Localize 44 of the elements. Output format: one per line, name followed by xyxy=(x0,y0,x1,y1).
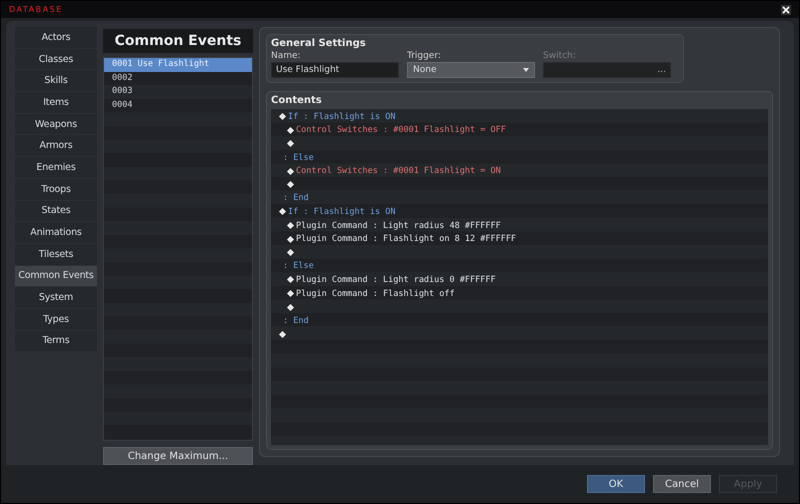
sidebar-tab[interactable]: Armors xyxy=(15,135,97,156)
command-line[interactable]: : End xyxy=(271,192,768,206)
close-icon[interactable] xyxy=(781,4,791,14)
command-line[interactable]: Control Switches : #0001 Flashlight = OFF xyxy=(271,124,768,138)
sidebar-tab[interactable]: States xyxy=(15,200,97,222)
group-title: General Settings xyxy=(271,38,367,49)
window-title: DATABASE xyxy=(9,5,63,14)
command-line[interactable]: : End xyxy=(271,314,768,328)
command-line[interactable]: : Else xyxy=(271,260,768,274)
sidebar-tab[interactable]: Weapons xyxy=(15,114,97,134)
event-item[interactable]: 0003 xyxy=(104,85,252,99)
event-item[interactable]: 0004 xyxy=(104,98,252,112)
command-line[interactable]: Control Switches : #0001 Flashlight = ON xyxy=(271,164,768,178)
sidebar-tab[interactable]: System xyxy=(15,287,97,308)
field-label: Trigger: xyxy=(407,51,442,61)
sidebar-tab[interactable]: Types xyxy=(15,308,97,330)
sidebar-tab[interactable]: Troops xyxy=(15,178,97,200)
dialog-button[interactable]: Cancel xyxy=(653,475,711,493)
field-label: Switch: xyxy=(543,51,577,61)
sidebar-tab[interactable]: Common Events xyxy=(15,266,97,286)
trigger-dropdown[interactable]: None xyxy=(407,62,535,78)
command-line[interactable]: Plugin Command : Light radius 0 #FFFFFF xyxy=(271,273,768,287)
command-line[interactable]: Plugin Command : Flashlight on 8 12 #FFFFFF xyxy=(271,232,768,246)
sidebar-tab[interactable]: Items xyxy=(15,92,97,113)
change-maximum-button[interactable]: Change Maximum... xyxy=(103,447,253,465)
sidebar-tab[interactable]: Terms xyxy=(15,330,97,352)
sidebar-tab[interactable]: Animations xyxy=(15,222,97,243)
sidebar-tab[interactable]: Tilesets xyxy=(15,244,97,265)
command-line[interactable]: If : Flashlight is ON xyxy=(271,205,768,219)
sidebar-tab[interactable]: Actors xyxy=(15,27,97,48)
command-line[interactable]: : Else xyxy=(271,150,768,164)
sidebar-tab[interactable]: Classes xyxy=(15,48,97,70)
field-label: Name: xyxy=(271,51,302,61)
name-field[interactable]: Use Flashlight xyxy=(271,62,399,78)
command-line[interactable]: Plugin Command : Light radius 48 #FFFFFF xyxy=(271,218,768,232)
sidebar-tab[interactable]: Skills xyxy=(15,70,97,92)
caret-icon xyxy=(523,68,529,72)
group-title: Contents xyxy=(271,95,323,106)
event-item[interactable]: 0002 xyxy=(104,72,252,86)
command-line[interactable]: Plugin Command : Flashlight off xyxy=(271,286,768,300)
dialog-button[interactable]: OK xyxy=(587,475,645,493)
sidebar-tab[interactable]: Enemies xyxy=(15,157,97,178)
command-line[interactable]: If : Flashlight is ON xyxy=(271,110,768,124)
list-header: Common Events xyxy=(103,29,253,53)
